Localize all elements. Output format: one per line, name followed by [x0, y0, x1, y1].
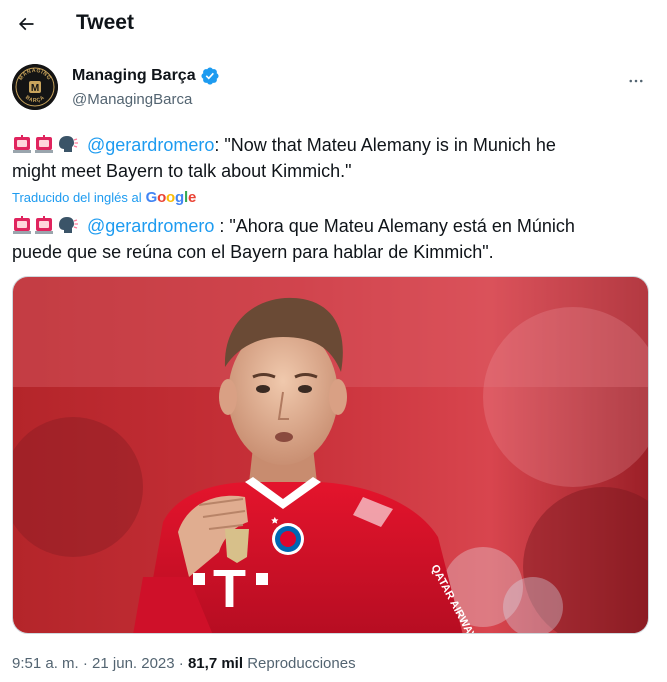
tweet-text-original: @gerardromero: "Now that Mateu Alemany i… [12, 132, 642, 184]
author-name[interactable]: Managing Barça [72, 66, 196, 86]
tweet-text-translated: @gerardromero : "Ahora que Mateu Alemany… [12, 213, 642, 265]
tweet-line: puede que se reúna con el Bayern para ha… [12, 242, 494, 262]
tweet-line: @gerardromero: "Now that Mateu Alemany i… [12, 132, 642, 158]
page-title: Tweet [76, 11, 134, 34]
mention-link[interactable]: @gerardromero [87, 216, 214, 236]
tweet-photo[interactable]: T QATAR AIRWAYS [12, 276, 649, 634]
translation-label: Traducido del inglés al [12, 190, 142, 205]
police-light-emoji [35, 216, 53, 234]
verified-badge-icon [201, 67, 219, 85]
tweet-text-segment: : "Now that Mateu Alemany is in Munich h… [214, 135, 556, 155]
views-label: Reproducciones [247, 655, 356, 672]
tweet-author: MANAGING BARÇA M Managing Barça @Managin… [12, 62, 655, 118]
back-button[interactable] [8, 6, 44, 42]
svg-text:T: T [213, 559, 246, 619]
author-handle[interactable]: @ManagingBarca [72, 90, 192, 110]
meta-separator: · [82, 655, 88, 672]
tweet-line: might meet Bayern to talk about Kimmich.… [12, 161, 352, 181]
tweet-header: Tweet [0, 0, 667, 48]
speaking-head-emoji [59, 217, 78, 233]
arrow-left-icon [18, 17, 34, 31]
police-light-emoji [35, 135, 53, 153]
google-logo: Google [145, 189, 197, 206]
translation-attribution[interactable]: Traducido del inglés al Google [12, 189, 196, 206]
tweet-time[interactable]: 9:51 a. m. [12, 655, 79, 672]
police-light-emoji [13, 135, 31, 153]
tweet-line: @gerardromero : "Ahora que Mateu Alemany… [12, 213, 642, 239]
more-button[interactable] [619, 64, 653, 98]
managing-barca-logo: MANAGING BARÇA M [12, 64, 58, 110]
views-count: 81,7 mil [187, 655, 244, 672]
tweet-meta: 9:51 a. m. · 21 jun. 2023 · 81,7 mil Rep… [12, 654, 356, 674]
author-name-row: Managing Barça [72, 66, 220, 86]
tweet-text-segment: : "Ahora que Mateu Alemany está en Múnic… [214, 216, 575, 236]
tweet-date[interactable]: 21 jun. 2023 [92, 655, 175, 672]
more-horizontal-icon [629, 79, 643, 83]
kimmich-photo: T QATAR AIRWAYS [13, 277, 648, 633]
avatar[interactable]: MANAGING BARÇA M [12, 64, 58, 110]
speaking-head-emoji [59, 136, 78, 152]
mention-link[interactable]: @gerardromero [87, 135, 214, 155]
police-light-emoji [13, 216, 31, 234]
svg-text:M: M [31, 83, 39, 94]
meta-separator: · [178, 655, 184, 672]
